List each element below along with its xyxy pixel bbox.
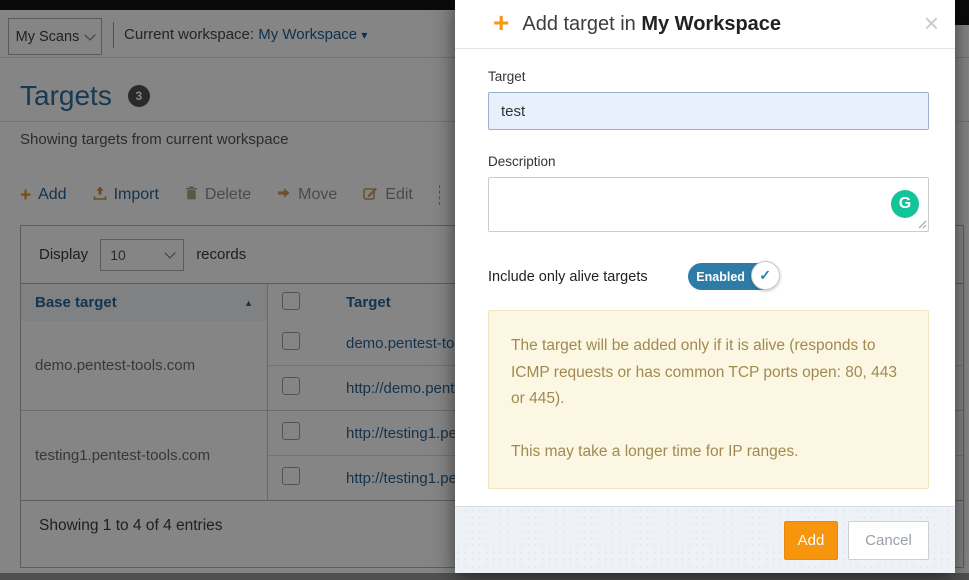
modal-title: Add target in My Workspace (522, 13, 781, 36)
resize-handle-icon[interactable] (918, 216, 927, 234)
modal-header: + Add target in My Workspace (455, 0, 955, 49)
plus-icon: + (493, 9, 509, 37)
cancel-button[interactable]: Cancel (848, 521, 929, 560)
alive-targets-label: Include only alive targets (488, 269, 648, 285)
description-field-label: Description (488, 154, 929, 169)
modal-title-workspace: My Workspace (641, 13, 781, 35)
alive-targets-toggle[interactable]: Enabled ✓ (688, 263, 778, 290)
info-paragraph-1: The target will be added only if it is a… (511, 333, 906, 413)
screen: My Scans Current workspace: My Workspace… (0, 0, 969, 580)
description-textarea[interactable] (488, 177, 929, 232)
close-icon[interactable]: × (924, 10, 939, 36)
modal-body: Target Description G Include only alive … (455, 49, 955, 489)
add-target-modal: + Add target in My Workspace × Target De… (455, 0, 955, 573)
info-paragraph-2: This may take a longer time for IP range… (511, 439, 906, 466)
alive-info-box: The target will be added only if it is a… (488, 310, 929, 489)
alive-targets-row: Include only alive targets Enabled ✓ (488, 263, 929, 290)
check-icon: ✓ (759, 267, 771, 284)
modal-title-prefix: Add target in (522, 13, 635, 35)
toggle-knob[interactable]: ✓ (751, 261, 780, 290)
target-input[interactable] (488, 92, 929, 130)
toggle-state-label: Enabled (688, 263, 754, 290)
target-field-label: Target (488, 69, 929, 84)
grammarly-icon[interactable]: G (891, 190, 919, 218)
modal-footer: Add Cancel (455, 506, 955, 573)
add-button[interactable]: Add (784, 521, 838, 560)
